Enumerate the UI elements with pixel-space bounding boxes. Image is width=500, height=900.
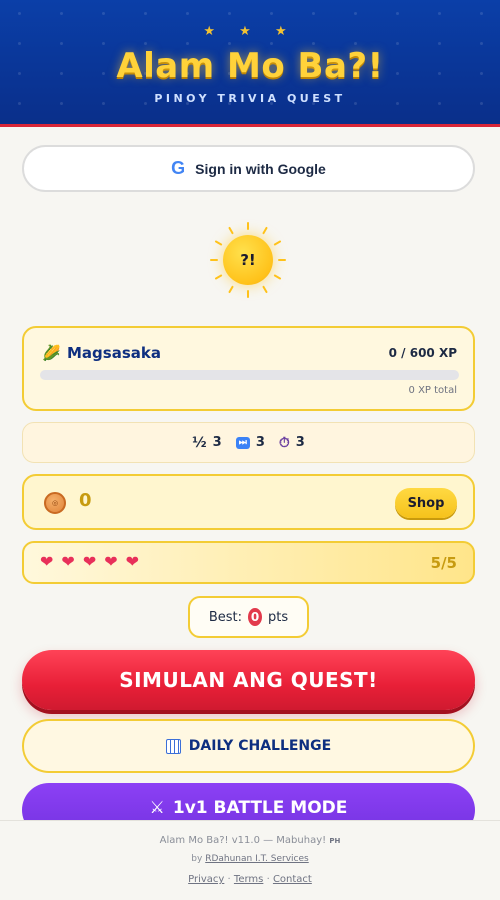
fast-forward-icon: ⏭ [235,436,250,449]
best-unit: pts [268,609,289,625]
coins-card: ◎ 0 Shop [22,474,475,530]
stars-decoration: ★ ★ ★ [203,24,297,39]
timer-icon: ⏱ [278,434,290,451]
powerup-skip[interactable]: ⏭ 3 [235,435,265,450]
half-icon: ½ [192,434,207,451]
heart-icon: ❤ [82,552,97,571]
best-value: 0 [248,608,263,626]
rank-name: Magsasaka [67,344,161,362]
lives-count: 5/5 [430,554,457,572]
contact-link[interactable]: Contact [273,874,312,885]
flag-badge: PH [329,837,341,845]
footer: Alam Mo Ba?! v11.0 — Mabuhay! PH by RDah… [0,820,500,900]
shop-button[interactable]: Shop [395,488,457,518]
daily-challenge-label: DAILY CHALLENGE [188,738,332,754]
google-sign-in-label: Sign in with Google [195,160,326,177]
footer-version-line: Alam Mo Ba?! v11.0 — Mabuhay! PH [0,835,500,846]
powerup-skip-count: 3 [255,435,265,450]
sun-icon: ?! [223,235,273,285]
app-title: Alam Mo Ba?! [116,46,384,86]
footer-separator: · [266,874,270,885]
footer-separator: · [227,874,231,885]
coin-count: 0 [79,490,92,511]
footer-by: by [191,854,203,864]
best-score: Best: 0 pts [188,596,309,638]
privacy-link[interactable]: Privacy [188,874,224,885]
footer-credit-line: by RDahunan I.T. Services [0,854,500,864]
powerups-bar: ½ 3 ⏭ 3 ⏱ 3 [22,422,475,463]
heart-icon: ❤ [40,552,54,571]
app-subtitle: PINOY TRIVIA QUEST [154,92,346,105]
xp-total: 0 XP total [408,385,457,396]
footer-version: Alam Mo Ba?! v11.0 — Mabuhay! [159,835,327,846]
rank-card: 🌽 Magsasaka 0 / 600 XP 0 XP total [22,326,475,411]
lives-card: ❤ ❤ ❤ ❤ ❤ 5/5 [22,541,475,584]
hearts-row: ❤ ❤ ❤ ❤ ❤ [40,553,139,571]
powerup-timer-count: 3 [295,435,305,450]
app-header: ★ ★ ★ Alam Mo Ba?! PINOY TRIVIA QUEST [0,0,500,127]
heart-icon: ❤ [104,552,118,571]
powerup-timer[interactable]: ⏱ 3 [279,435,305,451]
author-link[interactable]: RDahunan I.T. Services [205,854,309,864]
battle-mode-label: 1v1 BATTLE MODE [172,798,348,818]
best-label: Best: [208,609,243,625]
google-icon: G [171,158,186,178]
heart-icon: ❤ [61,552,75,571]
powerup-half[interactable]: ½ 3 [192,435,222,451]
heart-icon: ❤ [125,552,140,571]
coin-icon: ◎ [44,492,66,514]
footer-links: Privacy · Terms · Contact [0,874,500,885]
powerup-half-count: 3 [212,435,222,450]
daily-challenge-button[interactable]: DAILY CHALLENGE [22,719,475,773]
mascot-sun: ?! [206,218,290,302]
terms-link[interactable]: Terms [234,874,263,885]
xp-progress-bar [40,370,459,380]
corn-icon: 🌽 [42,344,61,362]
calendar-icon [165,738,181,754]
xp-progress-text: 0 / 600 XP [388,346,457,360]
google-sign-in-button[interactable]: G Sign in with Google [22,145,475,192]
crossed-swords-icon: ⚔ [149,798,165,818]
start-quest-button[interactable]: SIMULAN ANG QUEST! [22,650,475,710]
